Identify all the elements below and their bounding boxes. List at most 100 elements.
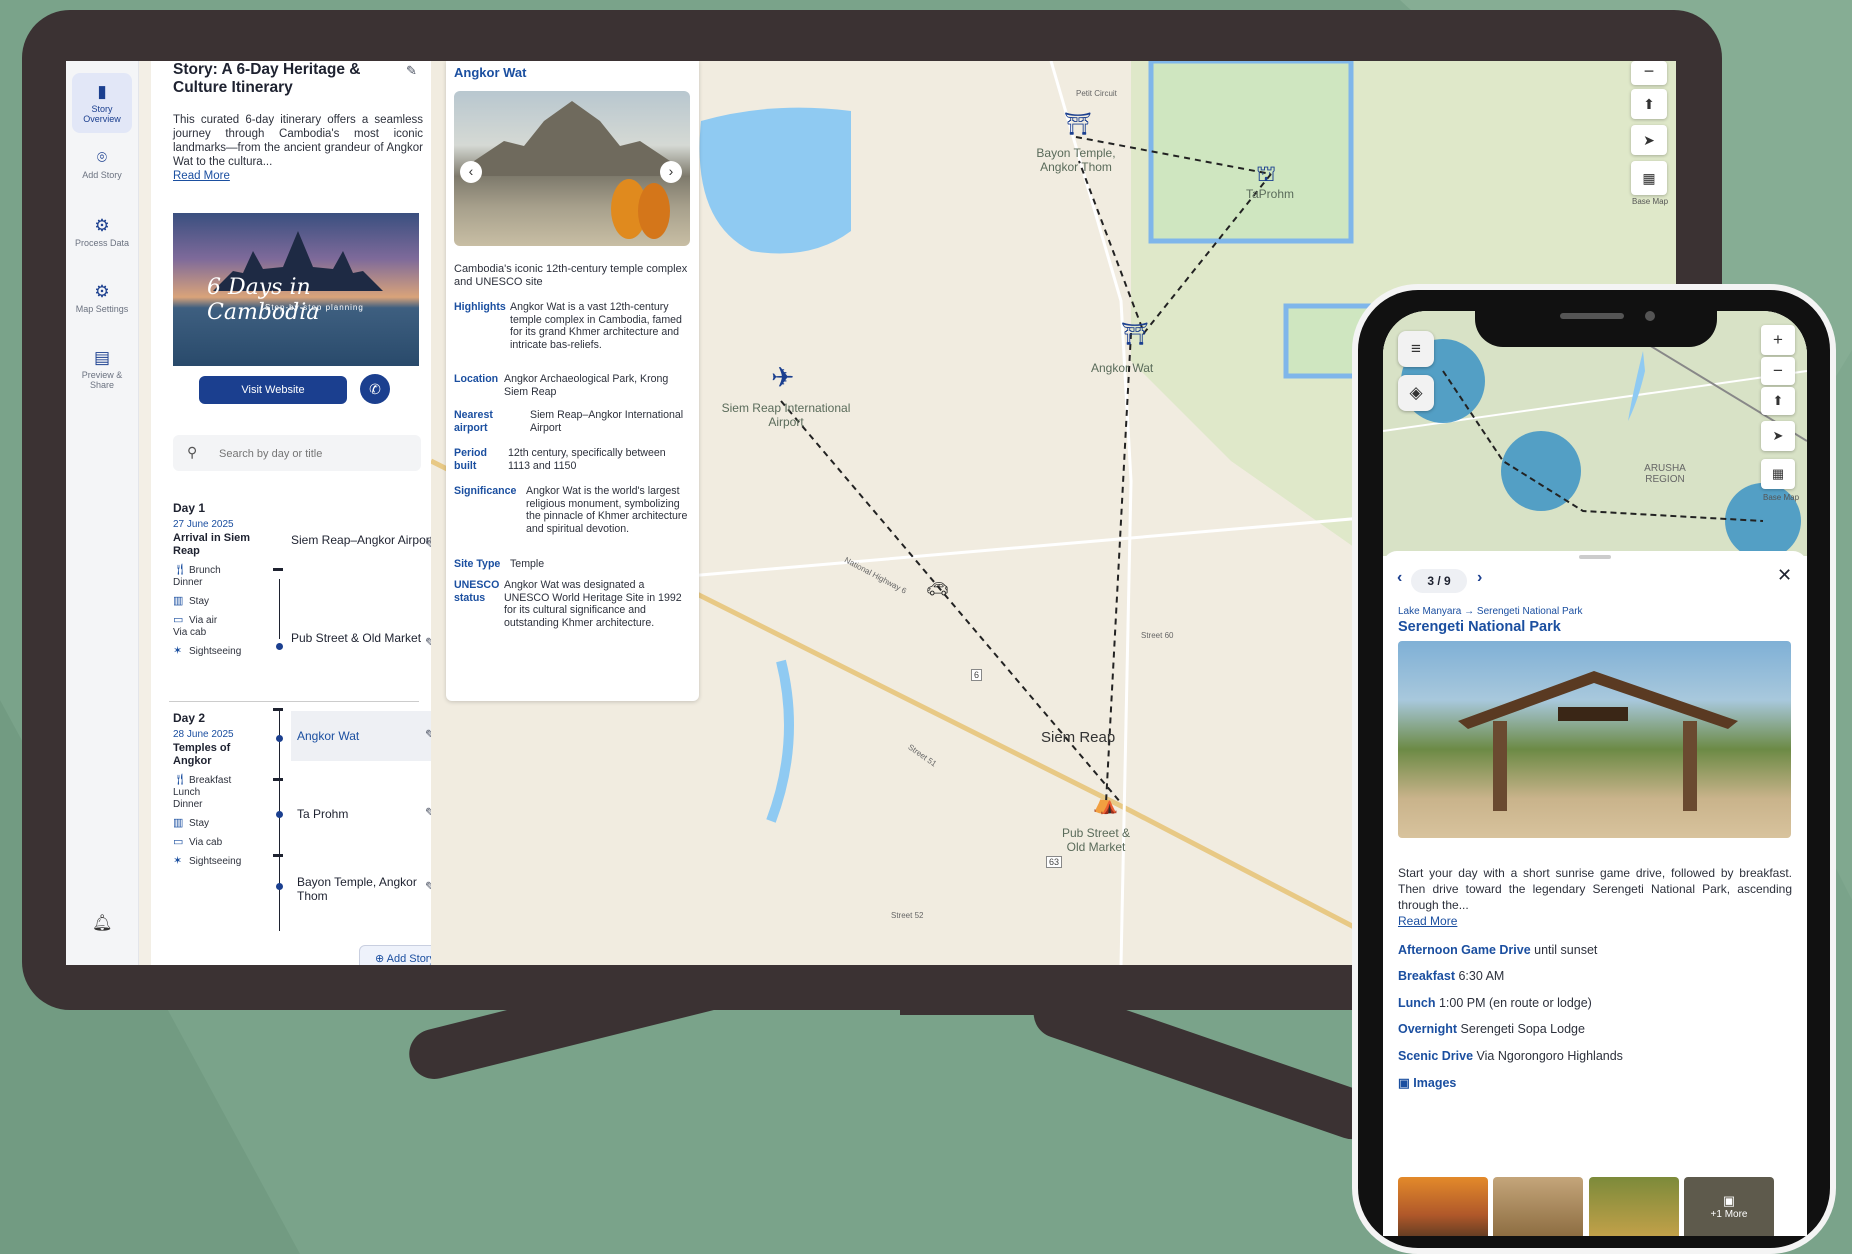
map-label-angkor-wat: Angkor Wat — [1091, 361, 1154, 375]
story-panel: Story: A 6-Day Heritage & Culture Itiner… — [151, 61, 431, 965]
image-thumbnail[interactable] — [1589, 1177, 1679, 1236]
airplane-marker-icon[interactable]: ✈ — [771, 361, 794, 394]
map-label-airport: Siem Reap International Airport — [721, 401, 851, 429]
locate-icon[interactable]: ➤ — [1631, 125, 1667, 155]
edit-pencil-icon[interactable]: ✎ — [425, 879, 431, 895]
info-row: Nearest airport Siem Reap–Angkor Internat… — [454, 409, 684, 434]
phone-screen: ≡ ◈ + − ⬆ ➤ ▦ Base Map ARUSHA REGION ‹ 3… — [1383, 311, 1807, 1236]
meal-icon: 🍴︎ — [173, 564, 187, 576]
next-chevron-icon[interactable]: › — [1477, 569, 1482, 587]
rail-process-data[interactable]: ⚙ Process Data — [72, 207, 132, 267]
edit-pencil-icon[interactable]: ✎ — [425, 635, 431, 651]
more-images-thumbnail[interactable]: ▣ +1 More — [1684, 1177, 1774, 1236]
place-title: Angkor Wat — [454, 65, 527, 80]
day-subtitle: Temples of Angkor — [173, 742, 231, 767]
detail-row: Lunch 1:00 PM (en route or lodge) — [1398, 996, 1592, 1010]
image-thumbnail[interactable] — [1398, 1177, 1488, 1236]
speaker-grille — [1560, 313, 1624, 319]
edit-pencil-icon[interactable]: ✎ — [406, 63, 417, 79]
rail-preview-share[interactable]: ▤ Preview & Share — [72, 339, 132, 399]
zoom-out-button[interactable]: − — [1761, 357, 1795, 385]
temple-marker-icon[interactable]: ⛩ — [1121, 321, 1149, 347]
phone-map[interactable]: ≡ ◈ + − ⬆ ➤ ▦ Base Map ARUSHA REGION — [1383, 311, 1807, 556]
phone-call-button[interactable]: ✆ — [360, 374, 390, 404]
settings-icon: ⚙ — [94, 282, 110, 301]
day-title: Day 1 — [173, 501, 206, 515]
read-more-link[interactable]: Read More — [173, 170, 230, 182]
map-label-street60: Street 60 — [1141, 631, 1174, 640]
place-info-card: Angkor Wat ‹ › Cambodia's iconic 12th-ce… — [446, 61, 699, 701]
stop-item-active[interactable]: Angkor Wat — [291, 711, 431, 761]
rail-map-settings[interactable]: ⚙ Map Settings — [72, 273, 132, 333]
zoom-in-button[interactable]: + — [1761, 325, 1795, 355]
day-date: 27 June 2025 — [173, 519, 234, 530]
phone-notch — [1475, 301, 1717, 347]
timeline-dot — [276, 643, 283, 650]
zoom-out-button[interactable]: − — [1631, 61, 1667, 85]
layers-button[interactable]: ◈ — [1398, 375, 1434, 411]
close-icon[interactable]: ✕ — [1777, 565, 1792, 586]
locate-icon[interactable]: ➤ — [1761, 421, 1795, 451]
stop-item[interactable]: Pub Street & Old Market — [291, 631, 431, 645]
search-input[interactable] — [217, 443, 411, 465]
day-activity: Sightseeing — [189, 646, 242, 657]
temple-marker-icon[interactable]: ⛫ — [1256, 161, 1276, 190]
carousel-prev-button[interactable]: ‹ — [460, 161, 482, 183]
place-description: Start your day with a short sunrise game… — [1398, 866, 1792, 928]
phone-icon: ✆ — [369, 381, 381, 397]
edit-pencil-icon[interactable]: ✎ — [425, 727, 431, 743]
basemap-icon[interactable]: ▦ — [1761, 459, 1795, 489]
route-breadcrumb: Lake Manyara → Serengeti National Park — [1398, 606, 1583, 617]
map-label-route-6: 6 — [971, 669, 983, 681]
temple-photo — [474, 101, 670, 239]
rail-story-overview[interactable]: ▮ Story Overview — [72, 73, 132, 133]
place-photo-carousel[interactable]: ‹ › — [454, 91, 690, 246]
info-row: UNESCO status Angkor Wat was designated a… — [454, 579, 682, 629]
map-label-street52: Street 52 — [891, 911, 924, 920]
map-book-icon: ▮ — [97, 82, 107, 101]
info-row: Significance Angkor Wat is the world's la… — [454, 485, 688, 535]
phone-map-layer — [1383, 311, 1807, 556]
edit-pencil-icon[interactable]: ✎ — [425, 805, 431, 821]
day-stay: Stay — [189, 818, 210, 829]
car-icon: ▬ — [273, 849, 283, 860]
timeline-dot — [276, 811, 283, 818]
stop-item[interactable]: Bayon Temple, Angkor Thom — [291, 875, 431, 903]
compass-icon[interactable]: ⬆ — [1631, 89, 1667, 119]
gear-icon: ⚙ — [94, 216, 110, 235]
notification-bell-icon[interactable]: 🔔︎ — [92, 913, 112, 933]
read-more-link[interactable]: Read More — [1398, 914, 1457, 928]
image-thumbnail[interactable] — [1493, 1177, 1583, 1236]
add-story-button[interactable]: ⊕ Add Story — [359, 945, 431, 965]
rail-add-story[interactable]: ⌾ Add Story — [72, 139, 132, 199]
edit-pencil-icon[interactable]: ✎ — [425, 537, 431, 553]
market-marker-icon[interactable]: ⛺ — [1093, 791, 1118, 816]
map-label-route-63: 63 — [1046, 856, 1063, 868]
detail-row: Overnight Serengeti Sopa Lodge — [1398, 1022, 1585, 1036]
timeline-dot — [276, 735, 283, 742]
basemap-label: Base Map — [1632, 197, 1669, 206]
front-camera — [1645, 311, 1655, 321]
basemap-icon[interactable]: ▦ — [1631, 161, 1667, 195]
day-card[interactable]: Day 1 27 June 2025 Arrival in Siem Reap … — [173, 501, 431, 658]
compass-icon[interactable]: ⬆ — [1761, 387, 1795, 415]
map-label-pub-street: Pub Street & Old Market — [1061, 826, 1131, 854]
search-box: ⚲ — [173, 435, 421, 471]
visit-website-button[interactable]: Visit Website — [199, 376, 347, 404]
day-card[interactable]: Day 2 28 June 2025 Temples of Angkor 🍴︎ B… — [173, 703, 431, 931]
menu-button[interactable]: ≡ — [1398, 331, 1434, 367]
day-stay: Stay — [189, 596, 210, 607]
place-caption: Cambodia's iconic 12th-century temple co… — [454, 263, 688, 288]
story-description: This curated 6-day itinerary offers a se… — [173, 114, 423, 182]
story-title: Story: A 6-Day Heritage & Culture Itiner… — [173, 61, 361, 96]
prev-chevron-icon[interactable]: ‹ — [1397, 569, 1402, 587]
map-region-label: ARUSHA REGION — [1644, 463, 1686, 485]
day-subtitle: Arrival in Siem Reap — [173, 532, 251, 557]
stop-item[interactable]: Siem Reap–Angkor Airport — [291, 533, 431, 547]
gate-photo — [1458, 671, 1738, 811]
map-label-petit-circuit: Petit Circuit — [1076, 89, 1117, 98]
stop-item[interactable]: Ta Prohm — [291, 807, 431, 821]
carousel-next-button[interactable]: › — [660, 161, 682, 183]
sheet-handle[interactable] — [1579, 555, 1611, 559]
temple-marker-icon[interactable]: ⛩ — [1064, 111, 1092, 137]
